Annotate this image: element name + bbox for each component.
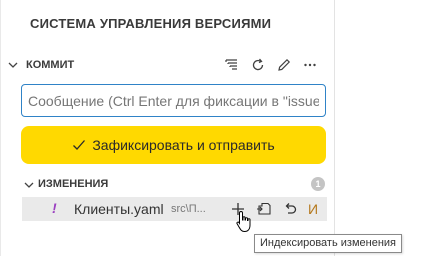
file-status-letter: И — [308, 201, 319, 217]
panel-title: СИСТЕМА УПРАВЛЕНИЯ ВЕРСИЯМИ — [30, 16, 272, 31]
changed-file-row[interactable]: ! Клиенты.yaml src\П... И — [22, 197, 327, 221]
list-tree-icon[interactable] — [219, 54, 245, 76]
commit-toolbar — [219, 54, 323, 76]
file-name: Клиенты.yaml — [74, 201, 164, 217]
changes-section-header[interactable]: ИЗМЕНЕНИЯ 1 — [0, 175, 334, 195]
chevron-down-icon[interactable] — [6, 58, 20, 72]
commit-message-input[interactable] — [21, 84, 326, 117]
commit-section-header[interactable]: КОММИТ — [0, 54, 334, 76]
pencil-icon[interactable] — [271, 54, 297, 76]
open-file-icon[interactable] — [251, 197, 277, 221]
panel-left-border — [0, 0, 1, 256]
ellipsis-icon[interactable] — [297, 54, 323, 76]
commit-button-label: Зафиксировать и отправить — [92, 137, 275, 153]
tooltip: Индексировать изменения — [254, 234, 402, 253]
refresh-icon[interactable] — [245, 54, 271, 76]
discard-changes-icon[interactable] — [277, 197, 303, 221]
chevron-down-icon[interactable] — [22, 178, 36, 192]
hand-pointer-cursor-icon — [236, 210, 254, 234]
panel-right-border — [334, 0, 335, 256]
commit-section-label: КОММИТ — [26, 59, 75, 71]
file-path: src\П... — [171, 203, 206, 215]
changes-count-badge: 1 — [311, 177, 325, 191]
source-control-panel: СИСТЕМА УПРАВЛЕНИЯ ВЕРСИЯМИ КОММИТ Сообщ… — [0, 0, 334, 256]
check-icon — [72, 138, 86, 152]
changes-section-label: ИЗМЕНЕНИЯ — [38, 178, 109, 190]
commit-and-push-button[interactable]: Зафиксировать и отправить — [21, 126, 326, 164]
conflict-status-glyph: ! — [52, 200, 57, 216]
